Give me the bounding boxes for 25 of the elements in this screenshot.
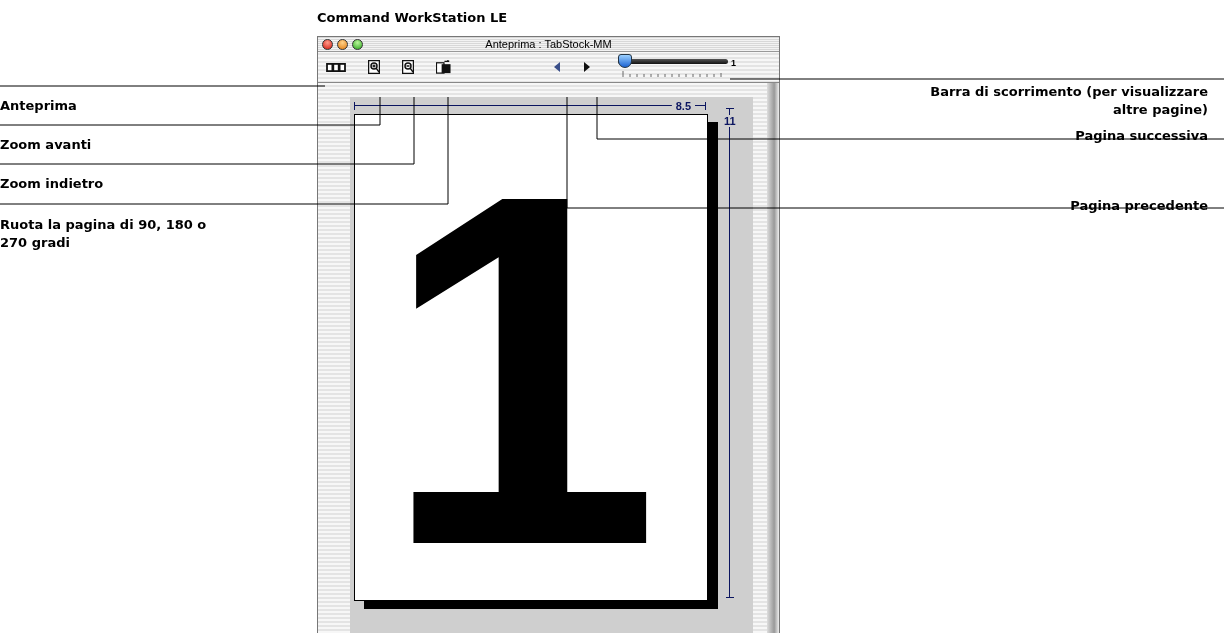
- rotate-page-icon[interactable]: [436, 60, 451, 74]
- slider-thumb[interactable]: [618, 54, 632, 68]
- callout-label: Zoom indietro: [0, 175, 104, 193]
- minimize-icon[interactable]: [337, 38, 348, 50]
- width-label: 8.5: [674, 99, 692, 112]
- zoom-icon[interactable]: [352, 38, 363, 50]
- window-title: Anteprima : TabStock-MM: [485, 37, 612, 51]
- callout-label: Zoom avanti: [0, 136, 92, 154]
- figure-heading: Command WorkStation LE: [317, 10, 509, 27]
- callout-label: Anteprima: [0, 97, 77, 115]
- slider-reading: 1: [731, 58, 736, 68]
- page-slider[interactable]: [618, 54, 728, 70]
- zoom-in-icon[interactable]: [368, 60, 380, 74]
- scroll-bar[interactable]: [767, 83, 779, 633]
- thumbnails-icon[interactable]: [326, 62, 346, 72]
- callout-label: Barra di scorrimento (per visualizzare altre pagine): [929, 83, 1208, 119]
- callout-label: Pagina precedente: [1070, 197, 1208, 215]
- callout-label: Pagina successiva: [1075, 127, 1208, 145]
- previous-page-icon[interactable]: [554, 62, 560, 72]
- height-label: 11: [723, 115, 737, 127]
- next-page-icon[interactable]: [584, 62, 590, 72]
- callout-label: Ruota la pagina di 90, 180 o 270 gradi: [0, 216, 208, 252]
- zoom-out-icon[interactable]: [402, 60, 414, 74]
- page-number: 1: [381, 155, 661, 585]
- close-icon[interactable]: [322, 38, 333, 50]
